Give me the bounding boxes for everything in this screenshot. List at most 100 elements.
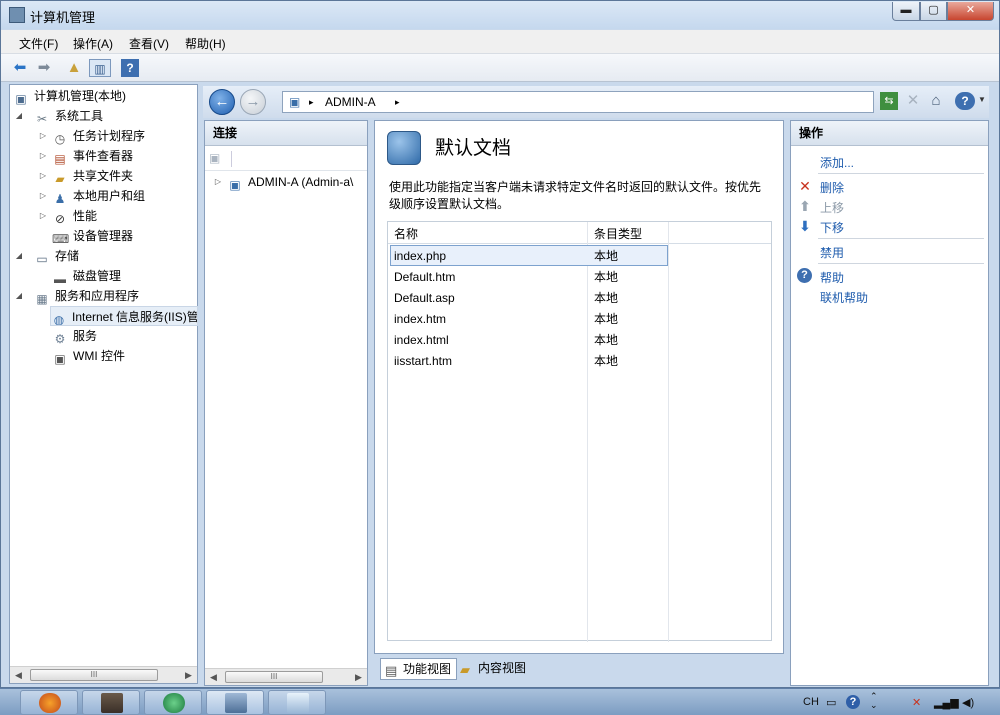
list-item[interactable]: iisstart.htm 本地 (388, 351, 771, 372)
tree-item-services[interactable]: ⚙ 服务 (52, 326, 97, 346)
taskbar-computer-management[interactable] (206, 690, 264, 715)
menu-file[interactable]: 文件(F) (19, 35, 58, 52)
connection-server-node[interactable]: ▷ ▣ ADMIN-A (Admin-a\ (213, 172, 367, 192)
collapsed-arrow-icon[interactable]: ▷ (213, 172, 223, 192)
refresh-icon[interactable]: ⇆ (880, 92, 898, 110)
move-up-action[interactable]: 上移 (820, 199, 844, 216)
server-icon: ▣ (229, 178, 241, 192)
actions-pane: 操作 添加... ✕ 删除 ⬆ 上移 ⬇ 下移 禁用 ? 帮助 联机帮助 (790, 120, 989, 686)
column-header-type[interactable]: 条目类型 (594, 225, 642, 242)
storage-icon: ▭ (36, 252, 48, 266)
move-down-action[interactable]: 下移 (820, 219, 844, 236)
help-icon: ? (797, 268, 812, 283)
disable-action[interactable]: 禁用 (820, 244, 844, 261)
scroll-right-icon[interactable]: ▶ (180, 667, 197, 683)
collapsed-arrow-icon[interactable]: ▷ (38, 166, 48, 186)
tab-content-view[interactable]: ▰ 内容视图 (456, 658, 531, 680)
title-bar[interactable]: 计算机管理 ▬ ▢ ✕ (1, 1, 999, 29)
signal-icon[interactable]: ▂▄▆ (934, 696, 959, 709)
navigation-tree: ▣ 计算机管理(本地) ◢ ✂ 系统工具 ▷ ◷ 任务计划程序 ▷ ▤ 事件查看器 ▷ … (9, 84, 198, 684)
scroll-left-icon[interactable]: ◀ (10, 667, 27, 683)
taskbar-app[interactable] (268, 690, 326, 715)
taskbar-avatar-app[interactable] (82, 690, 140, 715)
scrollbar-thumb[interactable]: III (225, 671, 323, 683)
help-icon[interactable]: ? (846, 695, 860, 709)
computer-icon (225, 693, 247, 713)
collapsed-arrow-icon[interactable]: ▷ (38, 126, 48, 146)
maximize-button[interactable]: ▢ (920, 2, 947, 21)
language-indicator[interactable]: CH (803, 696, 819, 708)
menu-action[interactable]: 操作(A) (73, 35, 113, 52)
collapsed-arrow-icon[interactable]: ▷ (38, 146, 48, 166)
column-header-name[interactable]: 名称 (394, 225, 418, 242)
tree-horizontal-scrollbar[interactable]: ◀ III ▶ (10, 666, 197, 683)
connections-pane: 连接 ▣ ▷ ▣ ADMIN-A (Admin-a\ ◀ III ▶ (204, 120, 368, 686)
move-up-icon: ⬆ (799, 198, 811, 214)
help-book-icon[interactable]: ? (121, 59, 139, 77)
collapsed-arrow-icon[interactable]: ▷ (38, 206, 48, 226)
volume-icon[interactable]: ◀) (962, 696, 974, 709)
stop-icon[interactable]: ✕ (904, 92, 922, 110)
list-item[interactable]: index.htm 本地 (388, 309, 771, 330)
online-help-action[interactable]: 联机帮助 (820, 289, 868, 306)
close-button[interactable]: ✕ (947, 2, 994, 21)
ime-options-icon[interactable]: ⌃ ⌄ (870, 692, 878, 710)
expanded-arrow-icon[interactable]: ◢ (14, 106, 24, 126)
menu-view[interactable]: 查看(V) (129, 35, 169, 52)
help-dropdown-icon[interactable]: ▼ (978, 95, 986, 104)
tree-item-device-manager[interactable]: ⌨ 设备管理器 (52, 226, 133, 246)
help-icon[interactable]: ? (955, 92, 975, 110)
tree-item-wmi[interactable]: ▣ WMI 控件 (52, 346, 125, 366)
home-icon[interactable]: ⌂ (927, 92, 945, 110)
scroll-left-icon[interactable]: ◀ (205, 669, 222, 685)
expanded-arrow-icon[interactable]: ◢ (14, 286, 24, 306)
gears-icon: ⚙ (54, 332, 66, 346)
computer-icon: ▣ (15, 92, 27, 106)
forward-button[interactable]: → (240, 89, 266, 115)
connections-horizontal-scrollbar[interactable]: ◀ III ▶ (205, 668, 367, 685)
tools-icon: ✂ (36, 112, 48, 126)
tree-item-iis[interactable]: ◍ Internet 信息服务(IIS)管 (50, 306, 198, 326)
feature-title: 默认文档 (435, 138, 512, 159)
create-site-icon[interactable]: ▣ (209, 151, 223, 165)
remove-action[interactable]: 删除 (820, 179, 844, 196)
window-app-icon (287, 693, 309, 713)
menu-help[interactable]: 帮助(H) (185, 35, 226, 52)
features-view-icon: ▤ (385, 663, 398, 678)
minimize-button[interactable]: ▬ (892, 2, 920, 21)
add-action[interactable]: 添加... (820, 154, 854, 171)
taskbar-green-app[interactable] (144, 690, 202, 715)
expanded-arrow-icon[interactable]: ◢ (14, 246, 24, 266)
up-folder-icon[interactable]: ▲ (65, 59, 83, 77)
device-manager-icon: ⌨ (52, 232, 70, 246)
list-item[interactable]: Default.asp 本地 (388, 288, 771, 309)
network-error-icon[interactable]: ✕ (912, 696, 921, 709)
collapsed-arrow-icon[interactable]: ▷ (38, 186, 48, 206)
list-item[interactable]: index.html 本地 (388, 330, 771, 351)
users-icon: ♟ (54, 192, 66, 206)
menu-bar: 文件(F) 操作(A) 查看(V) 帮助(H) (1, 30, 999, 54)
breadcrumb-admin-a[interactable]: ADMIN-A (325, 92, 376, 112)
help-action[interactable]: 帮助 (820, 269, 844, 286)
feature-description: 使用此功能指定当客户端未请求特定文件名时返回的默认文件。按优先级顺序设置默认文档… (389, 180, 762, 211)
show-hide-tree-icon[interactable]: ▥ (89, 59, 111, 77)
back-button[interactable]: ← (209, 89, 235, 115)
keyboard-icon[interactable]: ▭ (826, 696, 836, 709)
back-arrow-icon[interactable]: ⬅ (11, 59, 29, 77)
list-item[interactable]: index.php 本地 (388, 246, 771, 267)
tree-item-disk-management[interactable]: ▬ 磁盘管理 (52, 266, 121, 286)
breadcrumb[interactable]: ▣ ▸ ADMIN-A ▸ (282, 91, 874, 113)
breadcrumb-separator[interactable]: ▸ (395, 92, 400, 112)
tab-features-view[interactable]: ▤ 功能视图 (380, 658, 458, 680)
tree-item-root[interactable]: ▣ 计算机管理(本地) (13, 86, 126, 106)
list-item[interactable]: Default.htm 本地 (388, 267, 771, 288)
breadcrumb-separator[interactable]: ▸ (309, 92, 314, 112)
taskbar-firefox[interactable] (20, 690, 78, 715)
scroll-right-icon[interactable]: ▶ (350, 669, 367, 685)
scrollbar-thumb[interactable]: III (30, 669, 158, 681)
shared-folder-icon: ▰ (55, 172, 65, 186)
forward-arrow-icon[interactable]: ➡ (35, 59, 53, 77)
performance-icon: ⊘ (54, 212, 66, 226)
content-view-icon: ▰ (460, 662, 470, 677)
actions-title: 操作 (791, 121, 988, 146)
